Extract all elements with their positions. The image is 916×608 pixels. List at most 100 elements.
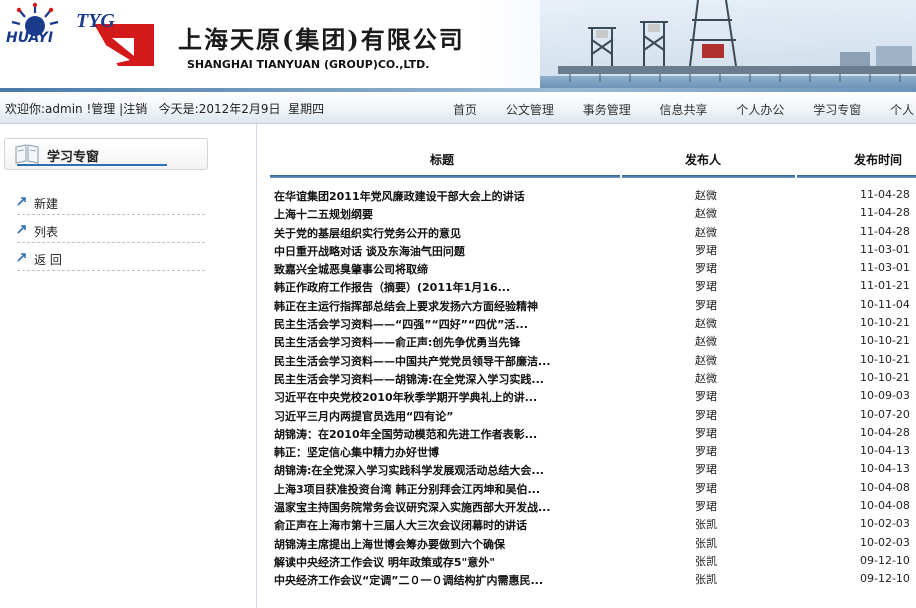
table-row[interactable]: 胡锦涛:在全党深入学习实践科学发展观活动总结大会... 罗珺 10-04-13 <box>270 460 916 478</box>
row-title-link[interactable]: 上海3项目获准投资台湾 韩正分别拜会江丙坤和吴伯... <box>274 481 604 497</box>
table-row[interactable]: 中日重开战略对话 谈及东海油气田问题 罗珺 11-03-01 <box>270 241 916 259</box>
row-author: 张凯 <box>695 554 717 568</box>
table-row[interactable]: 韩正在主运行指挥部总结会上要求发扬六方面经验精神 罗珺 10-11-04 <box>270 296 916 314</box>
row-author: 罗珺 <box>695 426 717 440</box>
row-title-link[interactable]: 民主生活会学习资料——“四强”“四好”“四优”活... <box>274 316 604 332</box>
row-title-link[interactable]: 关于党的基层组织实行党务公开的意见 <box>274 225 604 241</box>
sidebar-item-back[interactable]: 返 回 <box>17 248 205 271</box>
table-row[interactable]: 温家宝主持国务院常务会议研究深入实施西部大开发战... 罗珺 10-04-08 <box>270 497 916 515</box>
table-row[interactable]: 习近平在中央党校2010年秋季学期开学典礼上的讲... 罗珺 10-09-03 <box>270 387 916 405</box>
row-author: 赵微 <box>695 317 717 331</box>
table-row[interactable]: 在华谊集团2011年党风廉政建设干部大会上的讲话 赵微 11-04-28 <box>270 186 916 204</box>
table-row[interactable]: 解读中央经济工作会议 明年政策或存5"意外" 张凯 09-12-10 <box>270 552 916 570</box>
header-rule-gap <box>620 174 622 180</box>
row-date: 10-02-03 <box>860 517 910 531</box>
table-row[interactable]: 民主生活会学习资料——“四强”“四好”“四优”活... 赵微 10-10-21 <box>270 314 916 332</box>
row-date: 10-04-13 <box>860 462 910 476</box>
nav-item-personal[interactable]: 个人 <box>890 101 914 118</box>
row-date: 10-07-20 <box>860 407 910 421</box>
row-title-link[interactable]: 致嘉兴全城恶臭肇事公司将取缔 <box>274 261 604 277</box>
manage-link[interactable]: 管理 <box>91 102 115 116</box>
sidebar: 学习专窗 新建 列表 返 回 <box>0 124 257 608</box>
row-author: 罗珺 <box>695 298 717 312</box>
row-title-link[interactable]: 胡锦涛主席提出上海世博会筹办要做到六个确保 <box>274 536 604 552</box>
column-header-author: 发布人 <box>685 153 722 167</box>
row-title-link[interactable]: 中央经济工作会议“定调”二０一０调结构扩内需惠民... <box>274 572 604 588</box>
row-title-link[interactable]: 韩正作政府工作报告（摘要）(2011年1月16... <box>274 279 604 295</box>
sidebar-item-new[interactable]: 新建 <box>17 192 205 215</box>
table-header: 标题 发布人 发布时间 <box>270 147 916 180</box>
table-row[interactable]: 致嘉兴全城恶臭肇事公司将取缔 罗珺 11-03-01 <box>270 259 916 277</box>
sidebar-item-list[interactable]: 列表 <box>17 220 205 243</box>
table-row[interactable]: 上海3项目获准投资台湾 韩正分别拜会江丙坤和吴伯... 罗珺 10-04-08 <box>270 479 916 497</box>
row-date: 10-10-21 <box>860 370 910 384</box>
row-date: 11-03-01 <box>860 261 910 275</box>
logout-link[interactable]: 注销 <box>123 102 147 116</box>
column-header-title: 标题 <box>430 153 455 167</box>
row-title-link[interactable]: 中日重开战略对话 谈及东海油气田问题 <box>274 243 604 259</box>
row-date: 10-04-08 <box>860 499 910 513</box>
row-title-link[interactable]: 胡锦涛：在2010年全国劳动模范和先进工作者表彰... <box>274 426 604 442</box>
table-row[interactable]: 中央经济工作会议“定调”二０一０调结构扩内需惠民... 张凯 09-12-10 <box>270 570 916 588</box>
row-author: 罗珺 <box>695 280 717 294</box>
row-title-link[interactable]: 解读中央经济工作会议 明年政策或存5"意外" <box>274 554 604 570</box>
row-author: 罗珺 <box>695 500 717 514</box>
top-bar: 欢迎你:admin !管理 |注销 今天是:2012年2月9日 星期四 首页 公… <box>0 93 916 124</box>
row-author: 赵微 <box>695 189 717 202</box>
header-rule <box>270 175 916 178</box>
row-title-link[interactable]: 民主生活会学习资料——胡锦涛:在全党深入学习实践... <box>274 371 604 387</box>
table-row[interactable]: 俞正声在上海市第十三届人大三次会议闭幕时的讲话 张凯 10-02-03 <box>270 515 916 533</box>
row-date: 10-04-28 <box>860 425 910 439</box>
table-row[interactable]: 韩正：坚定信心集中精力办好世博 罗珺 10-04-13 <box>270 442 916 460</box>
row-date: 10-10-21 <box>860 352 910 366</box>
row-date: 09-12-10 <box>860 572 910 586</box>
table-row[interactable]: 胡锦涛主席提出上海世博会筹办要做到六个确保 张凯 10-02-03 <box>270 534 916 552</box>
row-title-link[interactable]: 胡锦涛:在全党深入学习实践科学发展观活动总结大会... <box>274 462 604 478</box>
row-date: 11-04-28 <box>860 188 910 201</box>
table-row[interactable]: 民主生活会学习资料——中国共产党党员领导干部廉洁... 赵微 10-10-21 <box>270 351 916 369</box>
row-date: 10-10-21 <box>860 334 910 348</box>
nav-item-home[interactable]: 首页 <box>453 101 477 118</box>
nav-item-info-share[interactable]: 信息共享 <box>660 101 708 118</box>
table-row[interactable]: 胡锦涛：在2010年全国劳动模范和先进工作者表彰... 罗珺 10-04-28 <box>270 424 916 442</box>
row-title-link[interactable]: 俞正声在上海市第十三届人大三次会议闭幕时的讲话 <box>274 517 604 533</box>
arrow-icon <box>17 197 26 206</box>
sidebar-title: 学习专窗 <box>47 150 100 165</box>
nav-item-affairs[interactable]: 事务管理 <box>583 101 631 118</box>
header-rule-gap <box>795 174 797 180</box>
row-date: 11-04-28 <box>860 206 910 220</box>
table-row[interactable]: 民主生活会学习资料——胡锦涛:在全党深入学习实践... 赵微 10-10-21 <box>270 369 916 387</box>
table-row[interactable]: 关于党的基层组织实行党务公开的意见 赵微 11-04-28 <box>270 223 916 241</box>
table-row[interactable]: 韩正作政府工作报告（摘要）(2011年1月16... 罗珺 11-01-21 <box>270 277 916 295</box>
row-author: 罗珺 <box>695 243 717 257</box>
row-title-link[interactable]: 民主生活会学习资料——俞正声:创先争优勇当先锋 <box>274 334 604 350</box>
row-date: 11-04-28 <box>860 224 910 238</box>
nav-item-documents[interactable]: 公文管理 <box>506 101 554 118</box>
nav-item-personal-office[interactable]: 个人办公 <box>736 101 784 118</box>
table-row[interactable]: 上海十二五规划纲要 赵微 11-04-28 <box>270 204 916 222</box>
nav-item-learning[interactable]: 学习专窗 <box>813 101 861 118</box>
row-title-link[interactable]: 在华谊集团2011年党风廉政建设干部大会上的讲话 <box>274 188 604 204</box>
row-title-link[interactable]: 上海十二五规划纲要 <box>274 206 604 222</box>
row-title-link[interactable]: 韩正：坚定信心集中精力办好世博 <box>274 444 604 460</box>
sidebar-title-underline <box>17 164 167 166</box>
sidebar-title-box: 学习专窗 <box>4 138 208 170</box>
row-date: 10-10-21 <box>860 316 910 330</box>
company-name-en: SHANGHAI TIANYUAN (GROUP)CO.,LTD. <box>187 58 430 71</box>
row-title-link[interactable]: 民主生活会学习资料——中国共产党党员领导干部廉洁... <box>274 353 604 369</box>
book-icon <box>15 144 39 164</box>
row-title-link[interactable]: 温家宝主持国务院常务会议研究深入实施西部大开发战... <box>274 499 604 515</box>
row-author: 罗珺 <box>695 445 717 459</box>
username-link[interactable]: admin <box>45 102 83 116</box>
row-title-link[interactable]: 韩正在主运行指挥部总结会上要求发扬六方面经验精神 <box>274 298 604 314</box>
row-date: 11-03-01 <box>860 242 910 256</box>
table-row[interactable]: 习近平三月内两提官员选用“四有论” 罗珺 10-07-20 <box>270 406 916 424</box>
row-title-link[interactable]: 习近平三月内两提官员选用“四有论” <box>274 408 604 424</box>
row-author: 赵微 <box>695 207 717 221</box>
row-title-link[interactable]: 习近平在中央党校2010年秋季学期开学典礼上的讲... <box>274 389 604 405</box>
table-row[interactable]: 民主生活会学习资料——俞正声:创先争优勇当先锋 赵微 10-10-21 <box>270 332 916 350</box>
row-author: 赵微 <box>695 371 717 385</box>
row-date: 10-04-13 <box>860 444 910 458</box>
row-author: 张凯 <box>695 573 717 587</box>
current-weekday: 星期四 <box>288 102 325 116</box>
